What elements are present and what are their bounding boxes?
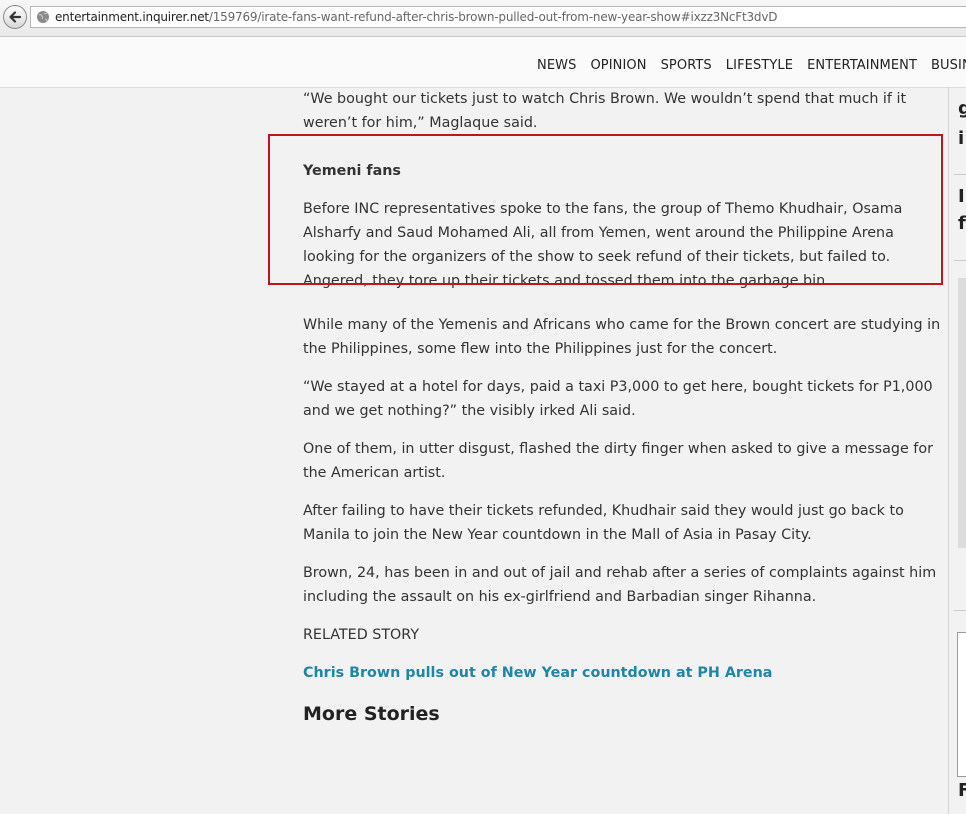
sidebar-widget-box [957,632,966,777]
back-button[interactable] [3,5,27,29]
paragraph-disgust: One of them, in utter disgust, flashed t… [303,441,933,481]
sidebar-headline-fragment[interactable]: I [958,186,965,207]
paragraph-hotel-quote: “We stayed at a hotel for days, paid a t… [303,379,933,419]
paragraph-manila: After failing to have their tickets refu… [303,503,904,543]
sidebar-divider [948,87,949,814]
paragraph-brown: Brown, 24, has been in and out of jail a… [303,565,937,605]
browser-address-bar: entertainment.inquirer.net/159769/irate-… [0,0,966,37]
nav-item-sports[interactable]: SPORTS [661,58,712,73]
back-arrow-icon [9,11,22,23]
sidebar-headline-fragment[interactable]: F [958,780,966,801]
url-path: /159769/irate-fans-want-refund-after-chr… [208,10,778,24]
nav-item-lifestyle[interactable]: LIFESTYLE [726,58,793,73]
url-text: entertainment.inquirer.net/159769/irate-… [55,10,777,24]
sidebar-ad-panel [958,278,966,548]
url-input[interactable]: entertainment.inquirer.net/159769/irate-… [30,6,966,28]
related-story-link[interactable]: Chris Brown pulls out of New Year countd… [303,661,943,685]
highlight-annotation-box [268,134,943,285]
sidebar-headline-fragment[interactable]: i [958,128,964,149]
url-host: entertainment.inquirer.net [55,10,209,24]
sidebar-divider-line [954,610,966,611]
nav-item-business[interactable]: BUSINESS [931,58,966,73]
nav-item-news[interactable]: NEWS [537,58,576,73]
sidebar-divider-line [954,174,966,175]
more-stories-heading: More Stories [303,703,440,725]
sidebar-headline-fragment[interactable]: g [958,98,966,119]
nav-menu: NEWS OPINION SPORTS LIFESTYLE ENTERTAINM… [537,58,966,73]
nav-item-entertainment[interactable]: ENTERTAINMENT [807,58,917,73]
nav-item-opinion[interactable]: OPINION [590,58,646,73]
related-story-label: RELATED STORY [303,627,420,643]
sidebar-divider-line [954,260,966,261]
globe-icon [37,11,49,23]
paragraph-students: While many of the Yemenis and Africans w… [303,317,941,357]
sidebar-headline-fragment[interactable]: f [958,213,966,234]
paragraph-quote: “We bought our tickets just to watch Chr… [303,91,907,131]
site-navigation: NEWS OPINION SPORTS LIFESTYLE ENTERTAINM… [0,37,966,88]
